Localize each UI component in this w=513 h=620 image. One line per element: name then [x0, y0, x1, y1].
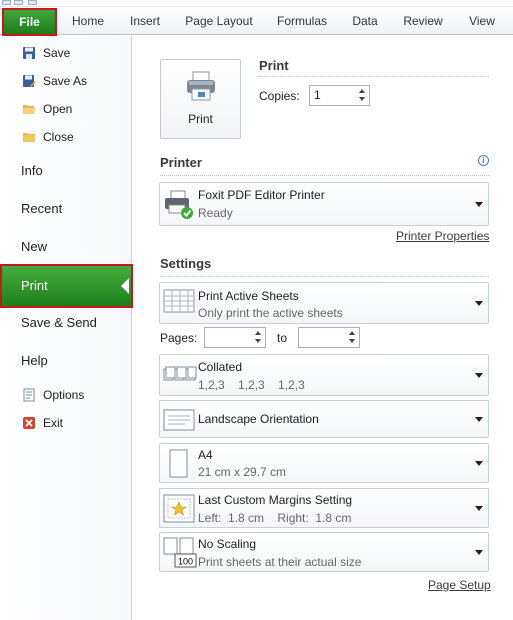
nav-open-label: Open: [43, 102, 73, 116]
printer-ready-icon: [163, 189, 195, 224]
selected-arrow-icon: [121, 278, 129, 294]
copies-decrement-icon[interactable]: [357, 95, 368, 104]
nav-print[interactable]: Print: [0, 264, 133, 308]
print-heading: Print: [259, 58, 289, 73]
printer-heading: Printer: [160, 155, 202, 170]
divider: [259, 76, 489, 77]
margins-subtitle: Left: 1.8 cm Right: 1.8 cm: [198, 511, 352, 525]
nav-save-as-label: Save As: [43, 74, 88, 88]
collation-subtitle: 1,2,3 1,2,3 1,2,3: [198, 378, 305, 392]
page-setup-link[interactable]: Page Setup: [428, 578, 491, 592]
paper-size-dropdown[interactable]: A4 21 cm x 29.7 cm: [159, 443, 489, 483]
scaling-icon-text: 100: [178, 557, 193, 567]
print-what-title: Print Active Sheets: [198, 289, 299, 303]
settings-heading: Settings: [160, 256, 212, 271]
pages-to-decrement-icon[interactable]: [347, 337, 358, 346]
margins-title: Last Custom Margins Setting: [198, 493, 353, 507]
sheet-grid-icon: [163, 288, 195, 319]
pages-from-decrement-icon[interactable]: [253, 337, 264, 346]
pages-label: Pages:: [160, 331, 198, 345]
nav-save[interactable]: Save: [22, 43, 70, 63]
nav-open[interactable]: Open: [22, 99, 72, 119]
tab-view[interactable]: View: [460, 7, 504, 35]
nav-close[interactable]: Close: [22, 127, 74, 147]
nav-info[interactable]: Info: [21, 161, 43, 181]
portrait-page-icon: [169, 449, 189, 482]
print-what-subtitle: Only print the active sheets: [198, 306, 343, 320]
tab-data[interactable]: Data: [344, 7, 386, 35]
nav-help[interactable]: Help: [21, 351, 48, 371]
printer-dropdown[interactable]: Foxit PDF Editor Printer Ready: [159, 182, 489, 226]
margins-star-icon: [163, 494, 195, 527]
nav-save-as[interactable]: Save As: [22, 71, 87, 91]
chevron-down-icon: [475, 301, 483, 306]
excel-icon: [2, 0, 11, 5]
divider: [160, 276, 489, 277]
undo-quick-icon[interactable]: [28, 0, 37, 5]
collation-title: Collated: [198, 360, 243, 374]
scaling-title: No Scaling: [198, 537, 257, 551]
options-document-icon: [22, 388, 36, 402]
printer-status: Ready: [198, 206, 233, 220]
nav-options-label: Options: [43, 388, 85, 402]
quick-access-strip: [0, 0, 513, 7]
copies-stepper[interactable]: 1: [309, 85, 370, 106]
nav-new[interactable]: New: [21, 237, 47, 257]
scaling-dropdown[interactable]: 100 No Scaling Print sheets at their act…: [159, 532, 489, 572]
nav-print-label: Print: [21, 278, 48, 293]
floppy-disk-icon: [22, 46, 36, 60]
collation-dropdown[interactable]: Collated 1,2,3 1,2,3 1,2,3: [159, 354, 489, 396]
close-folder-icon: [22, 130, 36, 144]
paper-size-subtitle: 21 cm x 29.7 cm: [198, 465, 287, 479]
pages-to-input[interactable]: [298, 327, 360, 348]
chevron-down-icon: [475, 373, 483, 378]
chevron-down-icon: [475, 506, 483, 511]
orientation-title: Landscape Orientation: [198, 412, 319, 426]
print-button-label: Print: [188, 112, 213, 126]
exit-x-icon: [22, 416, 36, 430]
margins-dropdown[interactable]: Last Custom Margins Setting Left: 1.8 cm…: [159, 488, 489, 528]
printer-properties-link[interactable]: Printer Properties: [396, 229, 489, 243]
chevron-down-icon: [475, 202, 483, 207]
tab-home[interactable]: Home: [64, 7, 112, 35]
nav-options[interactable]: Options: [22, 385, 84, 405]
copies-value: 1: [314, 88, 321, 102]
paper-size-title: A4: [198, 448, 213, 462]
collated-pages-icon: [163, 364, 197, 387]
save-as-icon: [22, 74, 36, 88]
chevron-down-icon: [475, 417, 483, 422]
tab-review[interactable]: Review: [396, 7, 450, 35]
pages-from-input[interactable]: [204, 327, 266, 348]
nav-save-send[interactable]: Save & Send: [21, 313, 97, 333]
copies-label: Copies:: [259, 89, 300, 103]
printer-name: Foxit PDF Editor Printer: [198, 188, 325, 202]
printer-icon: [185, 70, 217, 105]
nav-save-label: Save: [43, 46, 71, 60]
chevron-down-icon: [475, 550, 483, 555]
open-folder-icon: [22, 102, 36, 116]
landscape-page-icon: [163, 409, 195, 434]
nav-recent[interactable]: Recent: [21, 199, 62, 219]
ribbon-tab-bar: Home Insert Page Layout Formulas Data Re…: [0, 7, 513, 35]
scaling-subtitle: Print sheets at their actual size: [198, 555, 362, 569]
tab-page-layout[interactable]: Page Layout: [180, 7, 258, 35]
nav-close-label: Close: [43, 130, 74, 144]
info-icon[interactable]: i: [478, 155, 489, 166]
print-button[interactable]: Print: [160, 59, 241, 139]
tab-file[interactable]: File: [2, 8, 57, 36]
pages-to-label: to: [277, 331, 288, 345]
tab-formulas[interactable]: Formulas: [270, 7, 334, 35]
chevron-down-icon: [475, 461, 483, 466]
tab-insert[interactable]: Insert: [120, 7, 170, 35]
print-what-dropdown[interactable]: Print Active Sheets Only print the activ…: [159, 282, 489, 324]
save-quick-icon[interactable]: [14, 0, 23, 5]
nav-exit[interactable]: Exit: [22, 413, 63, 433]
divider: [160, 175, 489, 176]
scaling-100-icon: 100: [163, 537, 197, 572]
nav-exit-label: Exit: [43, 416, 64, 430]
orientation-dropdown[interactable]: Landscape Orientation: [159, 400, 489, 438]
